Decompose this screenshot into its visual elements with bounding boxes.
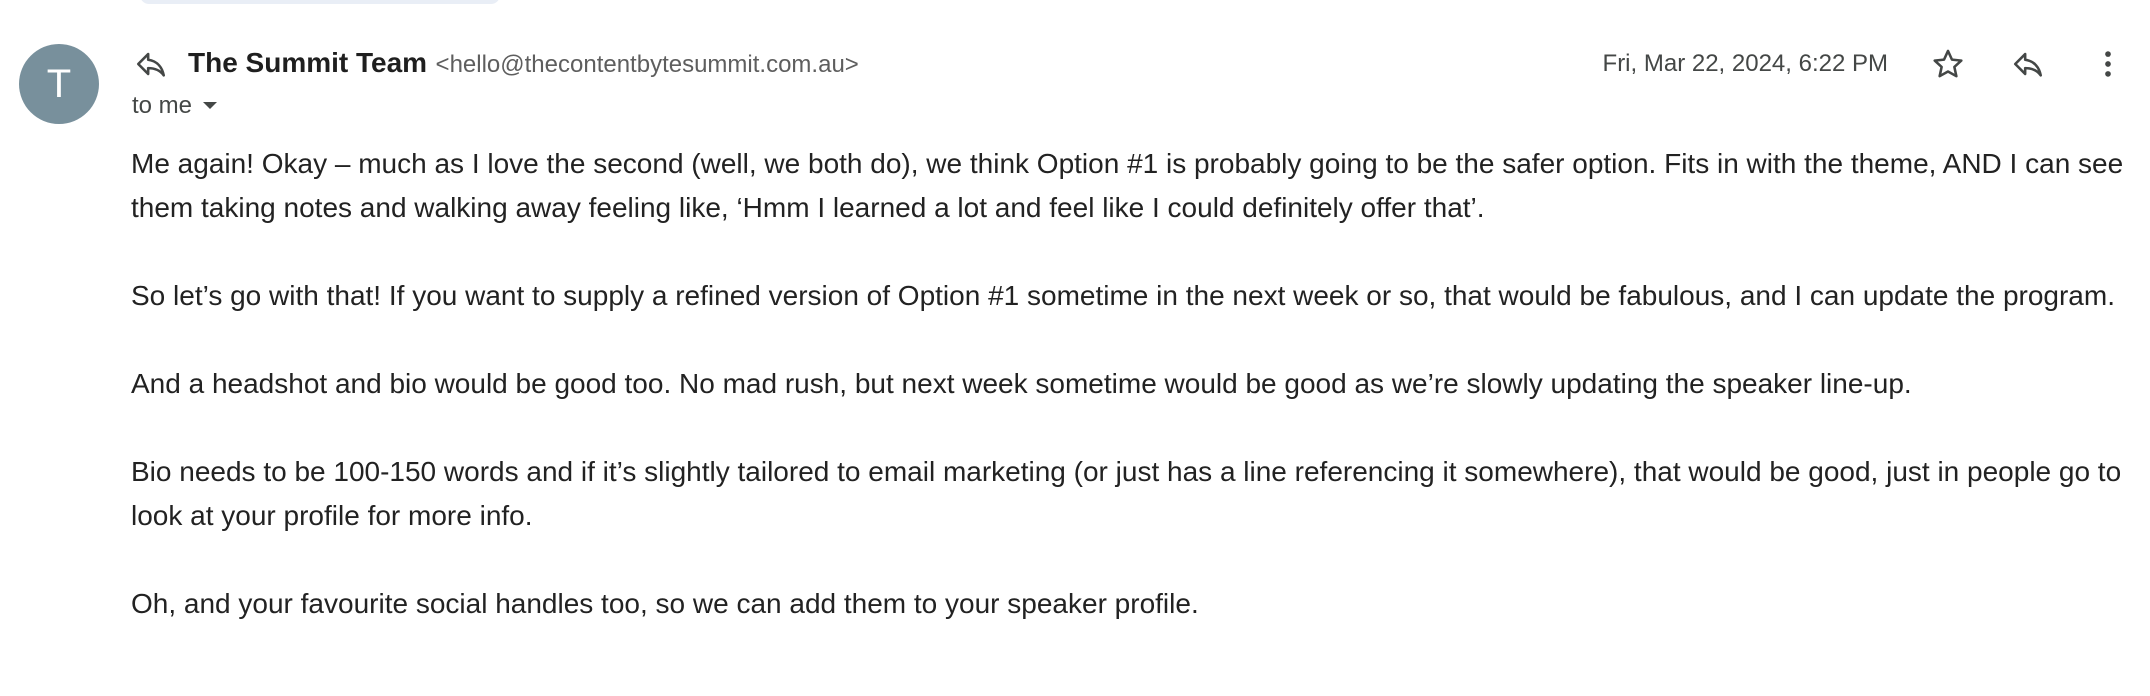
recipient-label: to me (132, 92, 193, 119)
reply-indicator-icon (133, 46, 169, 82)
sender-line: The Summit Team <hello@thecontentbytesum… (188, 47, 859, 84)
message-date: Fri, Mar 22, 2024, 6:22 PM (1602, 50, 1888, 77)
recipient-details-toggle[interactable]: to me (132, 92, 218, 120)
reply-icon (2011, 47, 2045, 86)
reply-button[interactable] (2006, 44, 2050, 88)
more-options-button[interactable] (2086, 44, 2130, 88)
more-vert-icon (2091, 47, 2125, 86)
sender-name[interactable]: The Summit Team (188, 47, 427, 78)
star-button[interactable] (1926, 44, 1970, 88)
avatar[interactable]: T (19, 44, 99, 124)
body-paragraph: Me again! Okay – much as I love the seco… (131, 148, 2124, 223)
sender-email: <hello@thecontentbytesummit.com.au> (435, 51, 859, 78)
message-body: Me again! Okay – much as I love the seco… (131, 142, 2131, 670)
avatar-initial: T (46, 61, 72, 106)
body-paragraph: Bio needs to be 100-150 words and if it’… (131, 456, 2122, 531)
caret-down-icon[interactable] (202, 101, 218, 111)
body-paragraph: And a headshot and bio would be good too… (131, 368, 1912, 399)
star-icon (1931, 47, 1965, 86)
previous-message-fragment (140, 0, 500, 4)
body-paragraph: Oh, and your favourite social handles to… (131, 588, 1199, 619)
body-paragraph: So let’s go with that! If you want to su… (131, 280, 2115, 311)
